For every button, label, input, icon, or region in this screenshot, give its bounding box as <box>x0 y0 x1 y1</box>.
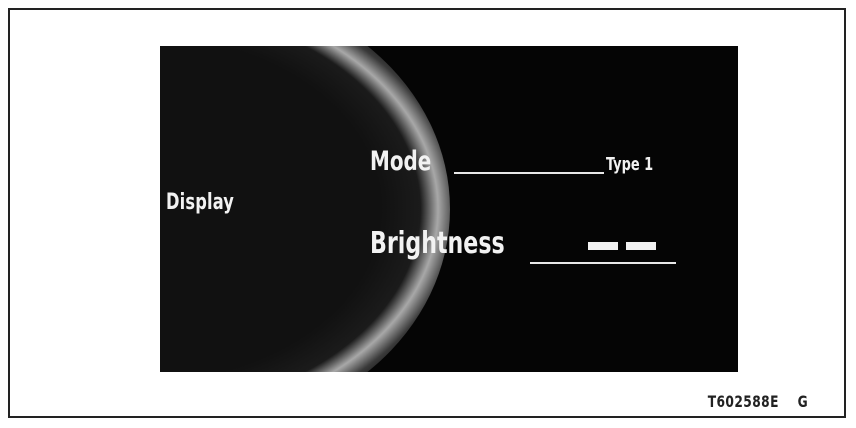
mode-label: Mode <box>370 146 432 177</box>
brightness-label: Brightness <box>370 226 505 261</box>
display-screen: Display Mode Type 1 Brightness <box>160 46 738 372</box>
figure-code-id: T602588E <box>707 392 779 411</box>
figure-code-suffix: G <box>797 392 808 411</box>
mode-leader-line <box>454 172 604 174</box>
mode-value: Type 1 <box>606 154 654 175</box>
figure-frame: Display Mode Type 1 Brightness T602588E G <box>8 8 846 418</box>
brightness-level-indicator <box>588 242 656 250</box>
brightness-leader-line <box>530 262 676 264</box>
figure-code: T602588E G <box>708 392 808 411</box>
brightness-level-bar <box>588 242 618 250</box>
display-menu-label: Display <box>166 190 235 215</box>
brightness-level-bar <box>626 242 656 250</box>
